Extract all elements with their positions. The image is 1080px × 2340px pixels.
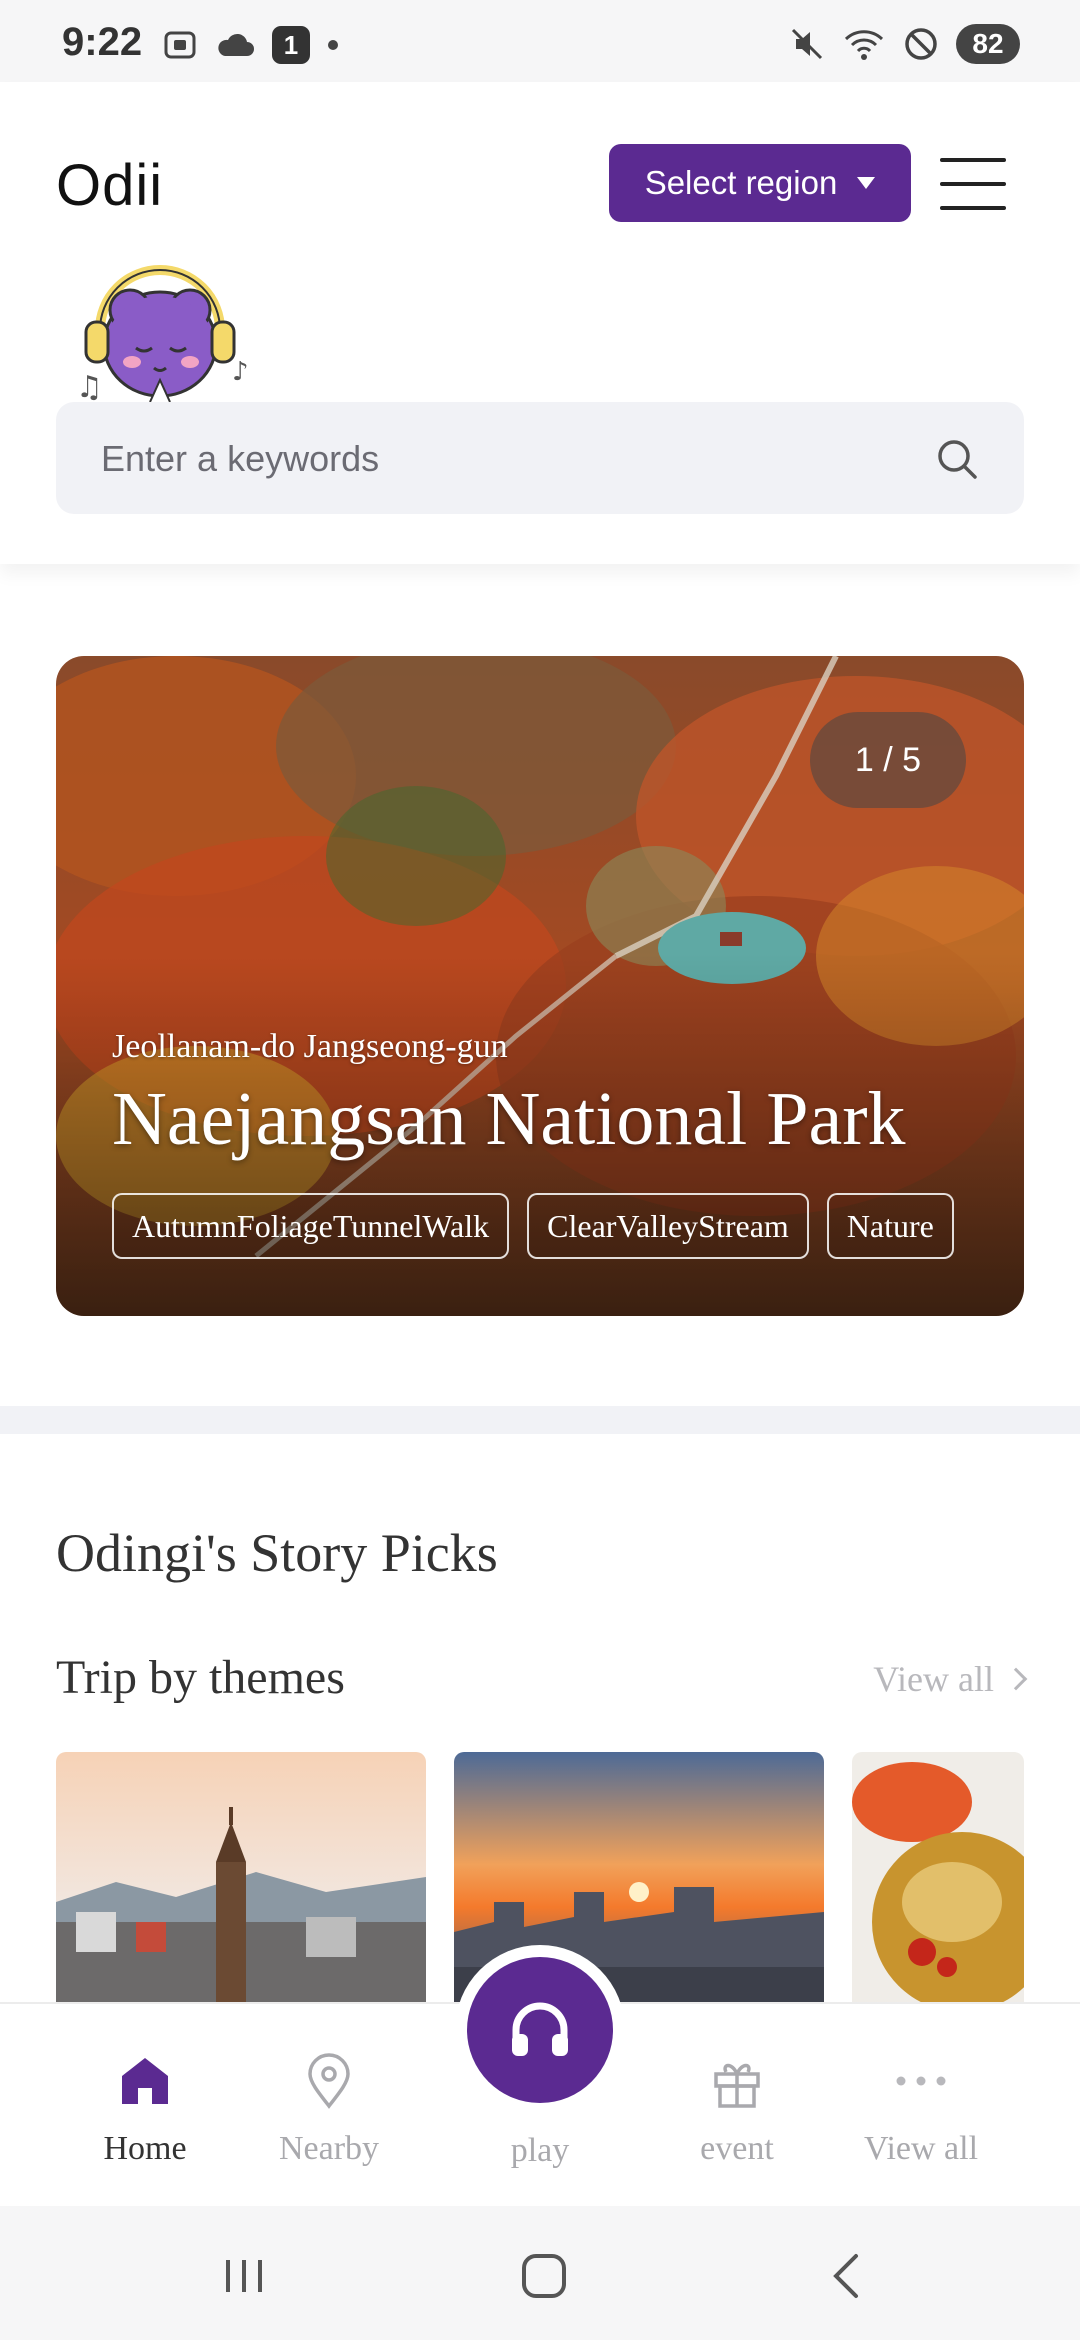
section-divider	[0, 1406, 1080, 1434]
back-icon[interactable]	[818, 2246, 878, 2306]
location-pin-icon	[308, 2053, 350, 2109]
tag-chip[interactable]: Nature	[826, 1193, 954, 1259]
status-bar: 9:22 1 82	[0, 0, 1080, 82]
screenshot-icon	[164, 31, 196, 59]
nav-home-label: Home	[103, 2130, 187, 2167]
theme-card-image	[56, 1752, 426, 2002]
app-logo[interactable]: Odii	[56, 152, 163, 219]
nav-event[interactable]: event	[662, 2050, 812, 2168]
slide-counter: 1 / 5	[810, 712, 966, 808]
theme-card-image	[852, 1752, 1024, 2002]
hamburger-menu-button[interactable]	[940, 158, 1006, 210]
battery-indicator: 82	[956, 24, 1020, 64]
story-picks-title: Odingi's Story Picks	[56, 1523, 498, 1583]
more-dots-icon	[896, 2076, 946, 2086]
play-button[interactable]	[455, 1945, 625, 2115]
home-icon	[122, 2058, 168, 2104]
notification-badge: 1	[272, 26, 310, 64]
wifi-icon	[844, 30, 884, 60]
svg-text:♫: ♫	[76, 370, 103, 402]
nav-home[interactable]: Home	[70, 2050, 220, 2168]
search-placeholder: Enter a keywords	[101, 438, 380, 479]
nav-nearby[interactable]: Nearby	[254, 2050, 404, 2168]
cloud-icon	[218, 33, 254, 56]
tag-chip[interactable]: ClearValleyStream	[527, 1193, 809, 1259]
theme-card[interactable]	[56, 1752, 426, 2002]
select-region-button[interactable]: Select region	[609, 144, 911, 222]
search-icon[interactable]	[934, 436, 980, 482]
destination-region: Jeollanam-do Jangseong-gun	[112, 1028, 508, 1065]
featured-destination-card[interactable]: 1 / 5 Jeollanam-do Jangseong-gun Naejang…	[56, 656, 1024, 1316]
search-input[interactable]: Enter a keywords	[56, 402, 1024, 514]
system-navigation-bar	[0, 2206, 1080, 2340]
destination-tags: AutumnFoliageTunnelWalk ClearValleyStrea…	[112, 1193, 954, 1259]
tag-chip[interactable]: AutumnFoliageTunnelWalk	[112, 1193, 510, 1259]
themes-title: Trip by themes	[56, 1651, 345, 1704]
select-region-label: Select region	[644, 164, 838, 201]
nav-nearby-label: Nearby	[278, 2130, 380, 2167]
gift-icon	[714, 2063, 760, 2108]
status-time: 9:22	[62, 20, 143, 64]
theme-card[interactable]	[852, 1752, 1024, 2002]
app-header: Odii Select region ♫ ♪ Enter a keywords	[0, 82, 1080, 564]
destination-title: Naejangsan National Park	[112, 1077, 906, 1161]
mascot-illustration: ♫ ♪	[76, 265, 249, 402]
caret-down-icon	[857, 177, 876, 189]
recent-apps-icon[interactable]	[214, 2246, 274, 2306]
mute-icon	[791, 28, 823, 60]
chevron-right-icon	[1004, 1667, 1028, 1691]
nav-view-all-label: View all	[863, 2130, 979, 2167]
svg-text:♪: ♪	[232, 357, 249, 387]
view-all-label: View all	[873, 1659, 994, 1699]
nav-view-all[interactable]: View all	[846, 2050, 996, 2168]
do-not-disturb-icon	[905, 28, 937, 60]
home-button-icon[interactable]	[514, 2246, 574, 2306]
nav-event-label: event	[700, 2130, 774, 2167]
nav-play-label: play	[510, 2132, 570, 2169]
more-notifications-dot	[328, 40, 338, 50]
view-all-themes-link[interactable]: View all	[873, 1658, 1028, 1700]
headphones-icon	[512, 2002, 568, 2056]
